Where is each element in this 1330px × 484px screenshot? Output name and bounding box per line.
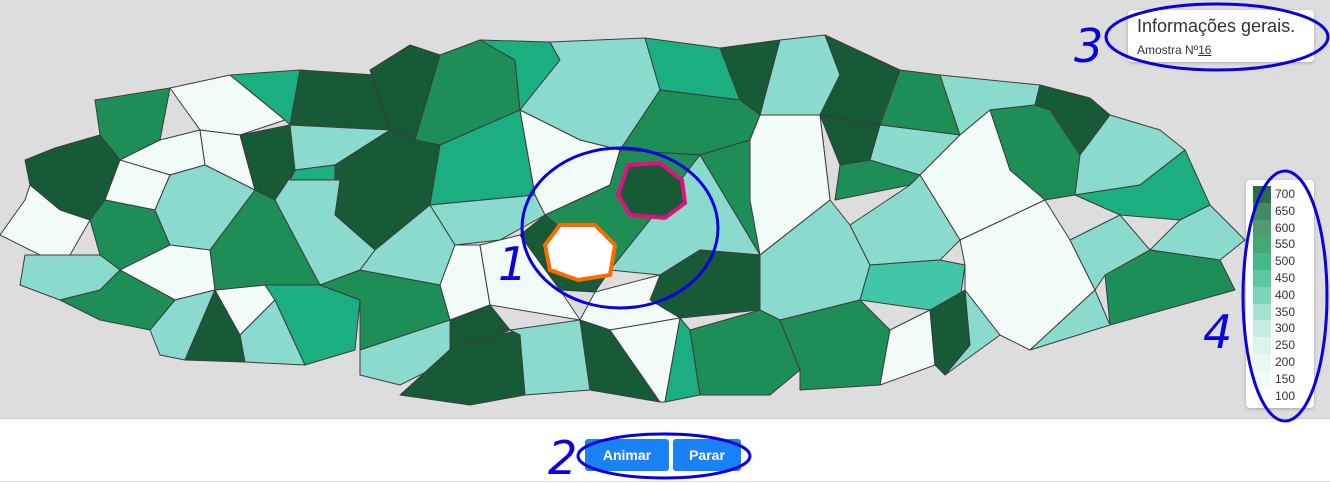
legend-item: 650 <box>1253 202 1311 220</box>
legend-swatch <box>1253 236 1271 254</box>
legend-swatch <box>1253 270 1271 287</box>
legend: 700 650 600 550 500 450 400 350 300 250 200 150 100 <box>1246 180 1314 408</box>
legend-swatch <box>1253 303 1271 321</box>
info-panel: Informações gerais. Amostra Nº16 <box>1128 10 1314 62</box>
stop-button[interactable]: Parar <box>673 439 741 471</box>
legend-label: 450 <box>1275 271 1296 285</box>
legend-label: 100 <box>1275 388 1296 403</box>
legend-label: 150 <box>1275 371 1296 386</box>
info-title: Informações gerais. <box>1137 16 1296 36</box>
legend-label: 200 <box>1275 355 1296 369</box>
legend-item: 250 <box>1253 337 1311 355</box>
legend-item: 400 <box>1253 286 1311 304</box>
legend-item: 300 <box>1253 320 1311 338</box>
legend-swatch <box>1253 320 1271 338</box>
divider <box>0 481 1330 482</box>
sample-info: Amostra Nº16 <box>1137 43 1211 57</box>
legend-label: 500 <box>1275 254 1296 269</box>
legend-label: 400 <box>1275 287 1296 302</box>
legend-label: 550 <box>1275 237 1296 252</box>
voronoi-map[interactable] <box>0 0 1330 418</box>
legend-label: 650 <box>1275 203 1296 218</box>
animate-button[interactable]: Animar <box>585 439 669 471</box>
map-area: Informações gerais. Amostra Nº16 700 650 6… <box>0 0 1330 419</box>
sample-label: Amostra Nº <box>1137 43 1199 57</box>
legend-label: 250 <box>1275 338 1296 353</box>
legend-item: 450 <box>1253 270 1311 287</box>
legend-item: 600 <box>1253 219 1311 237</box>
legend-swatch <box>1253 286 1271 304</box>
legend-swatch <box>1253 186 1271 203</box>
legend-label: 600 <box>1275 220 1296 235</box>
legend-item: 350 <box>1253 303 1311 321</box>
legend-item: 700 <box>1253 186 1311 203</box>
legend-item: 500 <box>1253 253 1311 271</box>
legend-item: 100 <box>1253 387 1311 405</box>
legend-item: 550 <box>1253 236 1311 254</box>
legend-label: 300 <box>1275 321 1296 336</box>
legend-swatch <box>1253 387 1271 405</box>
legend-swatch <box>1253 219 1271 237</box>
sample-number: 16 <box>1198 43 1212 57</box>
legend-swatch <box>1253 370 1271 388</box>
controls-bar: Animar Parar <box>0 430 1330 484</box>
legend-swatch <box>1253 253 1271 271</box>
legend-swatch <box>1253 202 1271 220</box>
map-cell[interactable] <box>879 309 936 386</box>
legend-label: 350 <box>1275 304 1296 319</box>
legend-swatch <box>1253 354 1271 371</box>
legend-label: 700 <box>1275 187 1296 201</box>
legend-swatch <box>1253 337 1271 355</box>
legend-item: 200 <box>1253 354 1311 371</box>
legend-item: 150 <box>1253 370 1311 388</box>
